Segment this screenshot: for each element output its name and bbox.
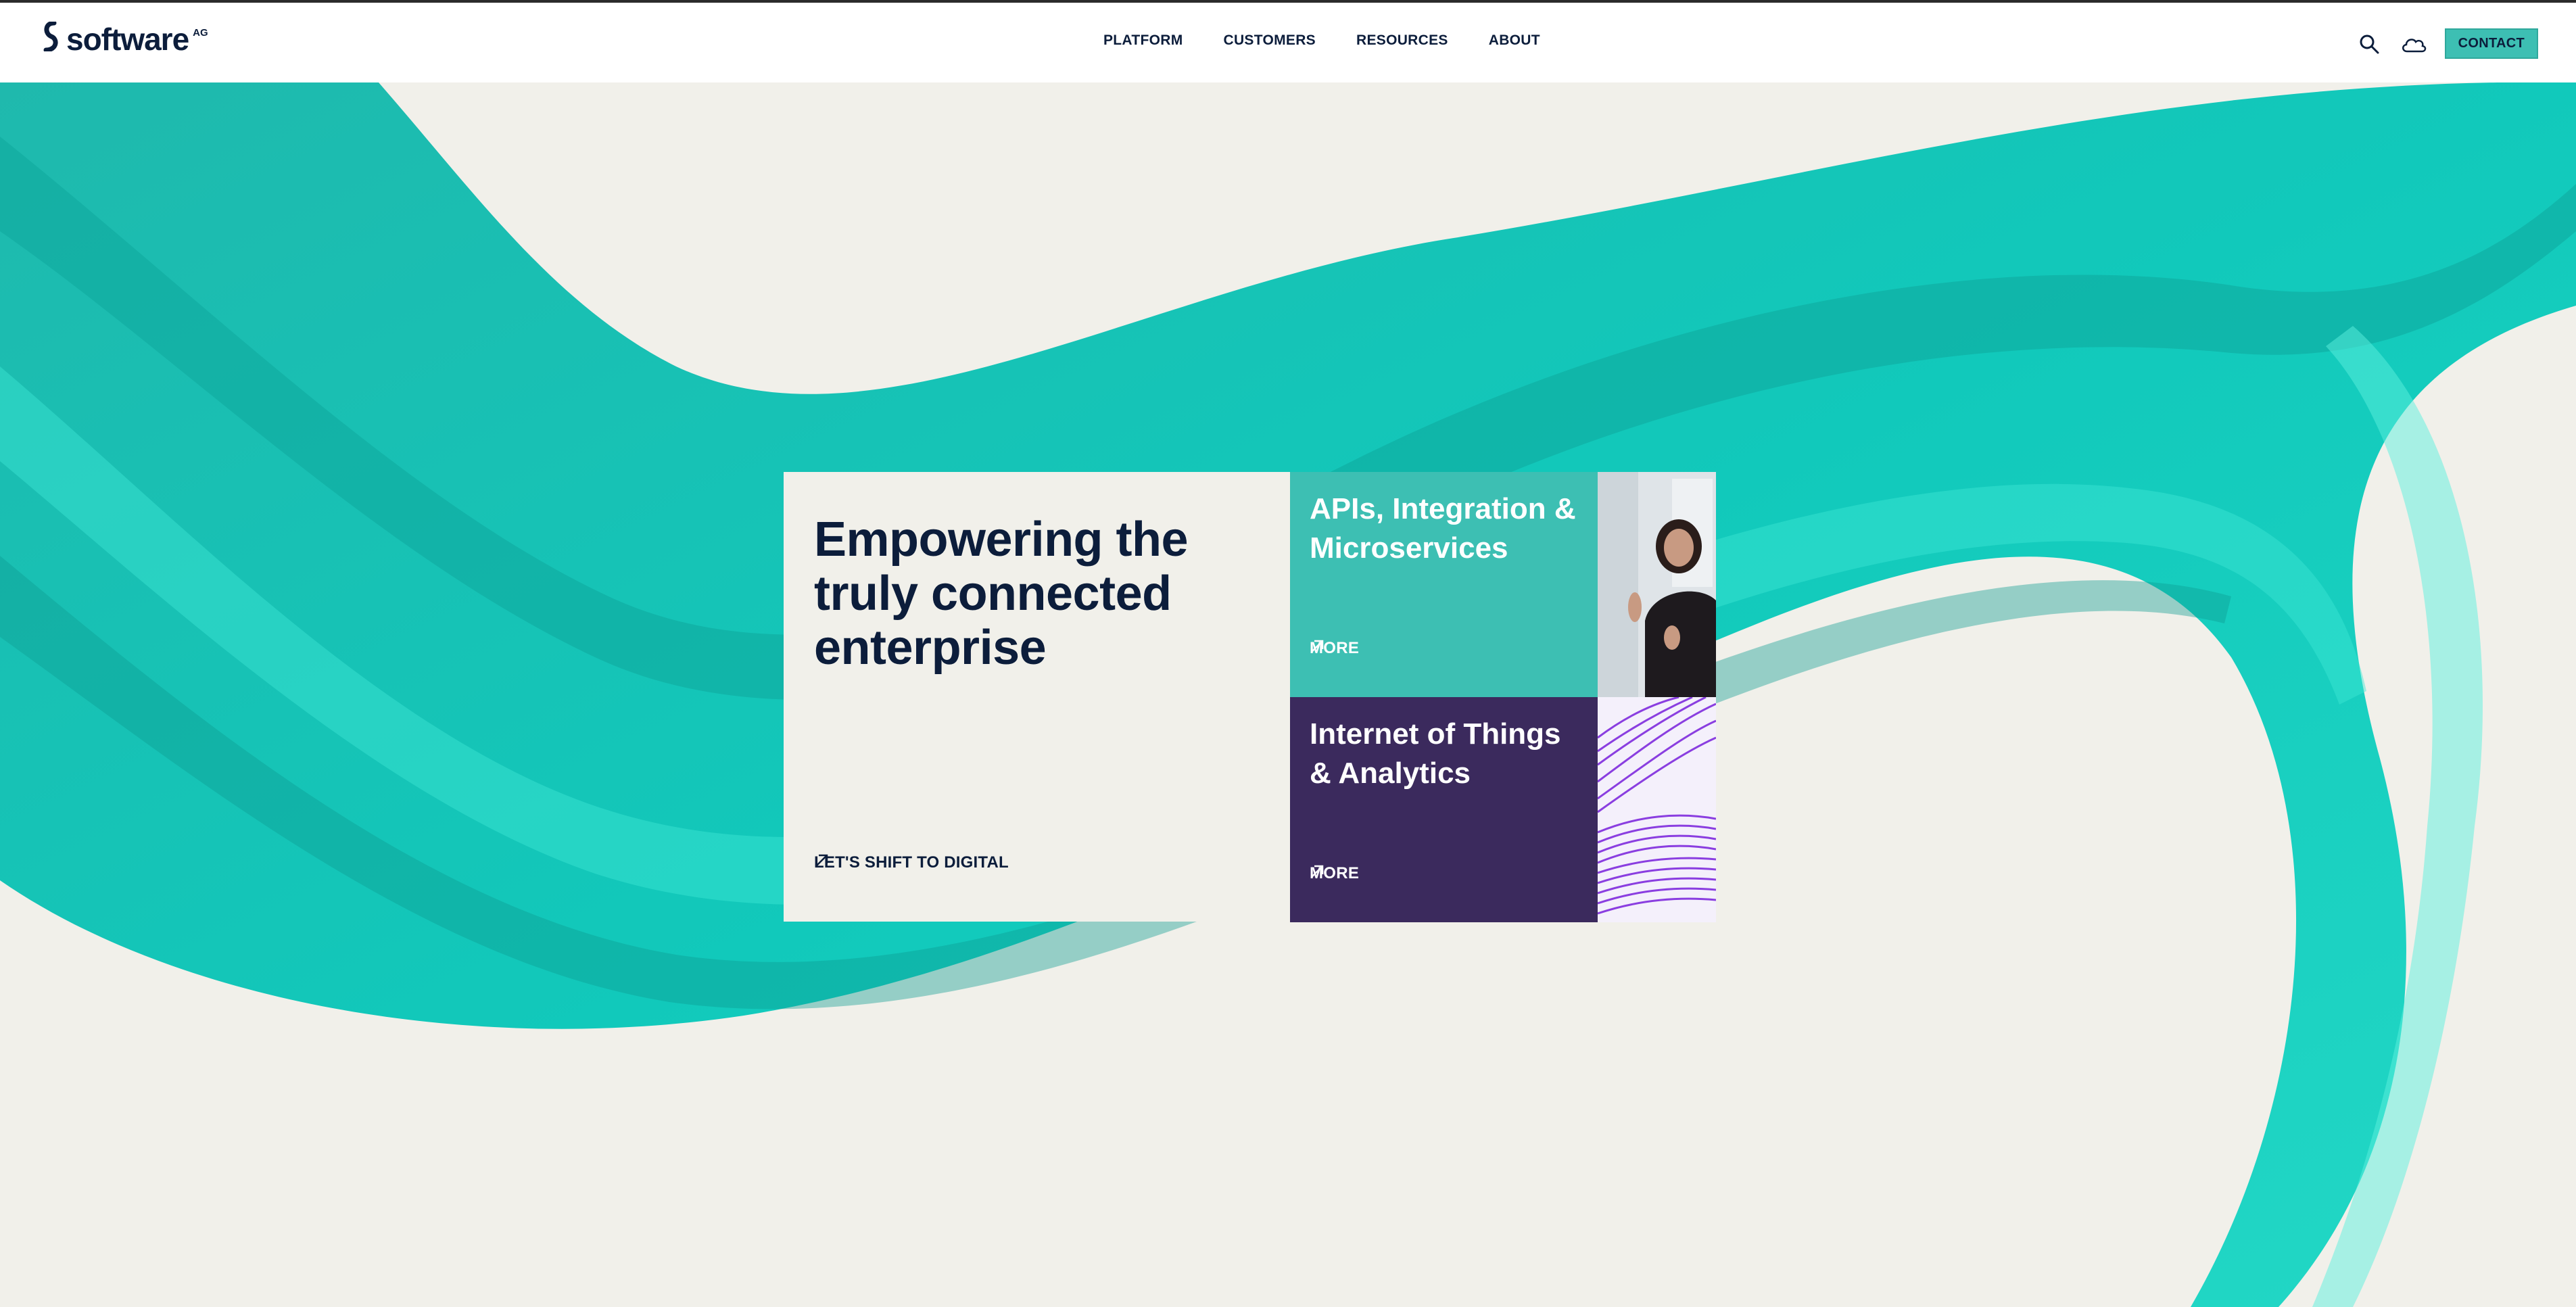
header-tools: CONTACT: [2356, 28, 2538, 59]
person-photo-thumbnail: [1598, 472, 1716, 697]
shift-to-digital-link[interactable]: LET'S SHIFT TO DIGITAL: [814, 853, 1009, 872]
arrow-up-right-icon: [1311, 640, 1324, 652]
tile-title: Internet of Things & Analytics: [1310, 717, 1561, 790]
hero-section: Empowering the truly connected enterpris…: [0, 82, 2576, 1307]
arrow-up-right-icon: [815, 854, 828, 867]
more-link[interactable]: MORE: [1310, 639, 1359, 658]
nav-customers[interactable]: CUSTOMERS: [1224, 32, 1316, 49]
nav-about[interactable]: ABOUT: [1489, 32, 1540, 49]
logo-text: software: [66, 22, 189, 57]
hero-headline: Empowering the truly connected enterpris…: [814, 513, 1189, 675]
nav-resources[interactable]: RESOURCES: [1356, 32, 1448, 49]
hero-card: Empowering the truly connected enterpris…: [784, 472, 1290, 922]
tile-iot-analytics[interactable]: Internet of Things & Analytics MORE: [1290, 697, 1598, 922]
logo-suffix: AG: [193, 27, 208, 39]
tile-apis-integration[interactable]: APIs, Integration & Microservices MORE: [1290, 472, 1598, 697]
search-icon[interactable]: [2356, 30, 2383, 57]
cloud-icon[interactable]: [2400, 30, 2427, 57]
site-header: software AG PLATFORM CUSTOMERS RESOURCES…: [0, 3, 2576, 82]
purple-lines-thumbnail: [1598, 697, 1716, 922]
nav-platform[interactable]: PLATFORM: [1103, 32, 1183, 49]
tile-title: APIs, Integration & Microservices: [1310, 492, 1576, 565]
more-link[interactable]: MORE: [1310, 864, 1359, 883]
contact-button[interactable]: CONTACT: [2444, 28, 2538, 59]
arrow-up-right-icon: [1311, 865, 1324, 878]
main-nav: PLATFORM CUSTOMERS RESOURCES ABOUT: [1103, 32, 1540, 49]
software-ag-logo[interactable]: software AG: [42, 22, 208, 57]
logo-mark-icon: [43, 22, 58, 51]
cta-label: LET'S SHIFT TO DIGITAL: [814, 853, 1009, 872]
